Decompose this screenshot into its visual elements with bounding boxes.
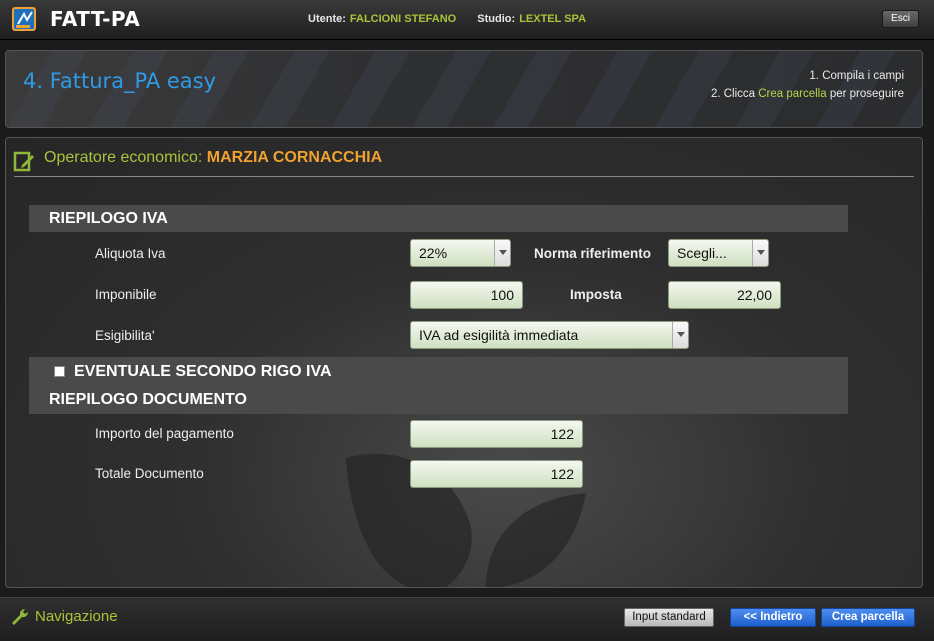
aliquota-value: 22% [419, 245, 448, 261]
imponibile-label: Imponibile [95, 287, 157, 302]
navigation-label: Navigazione [35, 608, 118, 625]
esigibilita-label: Esigibilita' [95, 328, 155, 343]
totale-input[interactable]: 122 [410, 460, 583, 488]
secondo-rigo-checkbox[interactable] [54, 366, 65, 377]
exit-button[interactable]: Esci [882, 10, 919, 28]
chevron-down-icon [494, 240, 510, 266]
step-1: 1. Compila i campi [809, 70, 904, 82]
wrench-icon [12, 608, 29, 625]
app-logo-icon [12, 7, 36, 31]
chevron-down-icon [672, 322, 688, 348]
user-value: FALCIONI STEFANO [349, 13, 457, 25]
main-panel: Operatore economico: MARZIA CORNACCHIA R… [5, 137, 923, 588]
imposta-label: Imposta [570, 287, 622, 302]
studio-label: Studio: [477, 13, 516, 25]
aliquota-select[interactable]: 22% [410, 239, 511, 267]
esigibilita-select[interactable]: IVA ad esigilità immediata [410, 321, 689, 349]
user-label: Utente: [308, 13, 346, 25]
instructions: 1. Compila i campi 2. Clicca Crea parcel… [711, 67, 904, 103]
operator-title: Operatore economico: MARZIA CORNACCHIA [44, 149, 382, 167]
header-panel: 4. Fattura_PA easy 1. Compila i campi 2.… [5, 50, 923, 128]
aliquota-label: Aliquota Iva [95, 246, 166, 261]
studio-value: LEXTEL SPA [519, 13, 587, 25]
norma-label: Norma riferimento [534, 246, 652, 261]
norma-value: Scegli... [677, 245, 727, 261]
crea-parcella-button[interactable]: Crea parcella [821, 608, 915, 627]
chevron-down-icon [752, 240, 768, 266]
norma-select[interactable]: Scegli... [668, 239, 769, 267]
importo-input[interactable]: 122 [410, 420, 583, 448]
riepilogo-documento-title: RIEPILOGO DOCUMENTO [49, 391, 247, 408]
secondo-rigo-label[interactable]: EVENTUALE SECONDO RIGO IVA [74, 363, 332, 381]
step-2-suffix: per proseguire [826, 88, 904, 100]
input-standard-button[interactable]: Input standard [624, 608, 714, 627]
user-info: Utente: FALCIONI STEFANO Studio: LEXTEL SP… [308, 13, 604, 25]
importo-label: Importo del pagamento [95, 426, 234, 441]
back-button[interactable]: << Indietro [730, 608, 816, 627]
bottom-bar: Navigazione Input standard << Indietro C… [0, 597, 934, 641]
edit-document-icon [13, 151, 34, 172]
totale-label: Totale Documento [95, 466, 204, 481]
imponibile-input[interactable]: 100 [410, 281, 523, 309]
top-bar: FATT-PA Utente: FALCIONI STEFANO Studio: L… [0, 0, 934, 40]
imposta-input[interactable]: 22,00 [668, 281, 781, 309]
divider [14, 176, 914, 177]
page-title: 4. Fattura_PA easy [23, 69, 217, 93]
step-2: 2. Clicca Crea parcella per proseguire [711, 85, 904, 103]
app-name: FATT-PA [50, 7, 141, 31]
riepilogo-iva-title: RIEPILOGO IVA [49, 210, 168, 227]
operator-name: MARZIA CORNACCHIA [206, 149, 383, 166]
operator-label: Operatore economico: [44, 149, 203, 166]
esigibilita-value: IVA ad esigilità immediata [419, 327, 579, 343]
step-2-highlight: Crea parcella [758, 88, 827, 100]
step-2-prefix: 2. Clicca [710, 88, 759, 100]
